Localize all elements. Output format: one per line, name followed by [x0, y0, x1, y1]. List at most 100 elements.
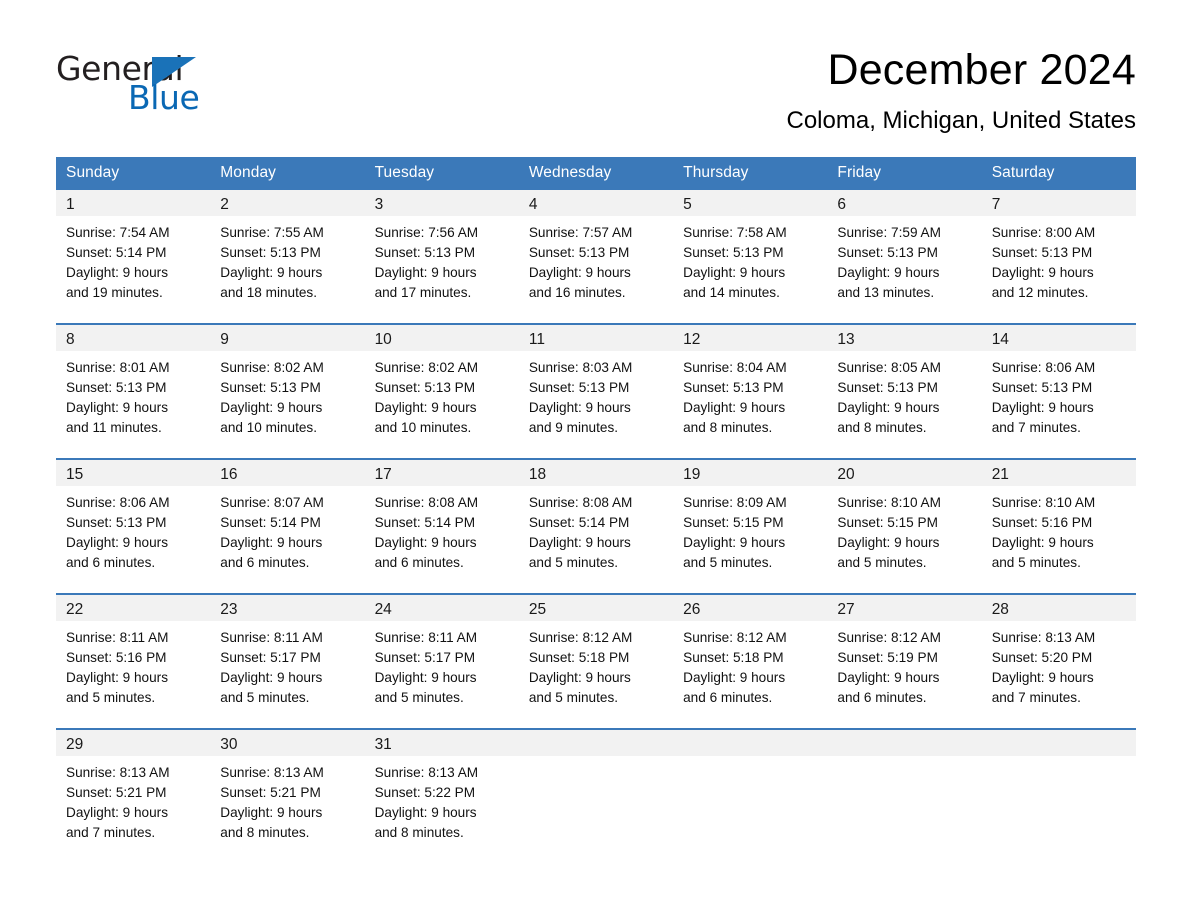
weekday-header-monday: Monday: [210, 157, 365, 190]
day-number: 6: [827, 190, 982, 216]
daylight-text-line1: Daylight: 9 hours: [683, 265, 786, 280]
daylight-text-line2: and 8 minutes.: [374, 825, 464, 840]
calendar-day-cell[interactable]: 26 Sunrise: 8:12 AM Sunset: 5:18 PM Dayligh…: [673, 593, 828, 729]
sunset-text: Sunset: 5:14 PM: [374, 515, 476, 530]
sunrise-text: Sunrise: 8:13 AM: [220, 765, 324, 780]
calendar-day-cell[interactable]: 29 Sunrise: 8:13 AM Sunset: 5:21 PM Dayligh…: [56, 728, 211, 863]
sunrise-text: Sunrise: 8:12 AM: [528, 630, 633, 645]
calendar-day-cell[interactable]: 10 Sunrise: 8:02 AM Sunset: 5:13 PM Dayligh…: [364, 323, 519, 459]
logo-text-blue: Blue: [128, 78, 200, 117]
day-details: [673, 756, 827, 763]
calendar-day-cell[interactable]: 5 Sunrise: 7:58 AM Sunset: 5:13 PM Daylight…: [673, 190, 828, 324]
calendar-cell-inner: 14 Sunrise: 8:06 AM Sunset: 5:13 PM Dayligh…: [981, 325, 1136, 458]
sunrise-text: Sunrise: 8:06 AM: [66, 495, 170, 510]
day-details: Sunrise: 8:02 AM Sunset: 5:13 PM Daylight:…: [210, 351, 364, 438]
day-details: Sunrise: 8:13 AM Sunset: 5:21 PM Daylight:…: [210, 756, 364, 843]
sunset-text: Sunset: 5:21 PM: [220, 785, 321, 800]
calendar-day-cell[interactable]: 23 Sunrise: 8:11 AM Sunset: 5:17 PM Dayligh…: [210, 593, 365, 729]
calendar-day-cell[interactable]: 25 Sunrise: 8:12 AM Sunset: 5:18 PM Dayligh…: [518, 593, 674, 729]
sunrise-text: Sunrise: 8:13 AM: [991, 630, 1096, 645]
sunset-text: Sunset: 5:13 PM: [683, 245, 784, 260]
sunrise-text: Sunrise: 7:56 AM: [374, 225, 479, 240]
calendar-cell-inner: 25 Sunrise: 8:12 AM Sunset: 5:18 PM Dayligh…: [518, 595, 674, 728]
day-details: Sunrise: 8:02 AM Sunset: 5:13 PM Daylight:…: [365, 351, 519, 438]
calendar-cell-inner: 11 Sunrise: 8:03 AM Sunset: 5:13 PM Dayligh…: [518, 325, 674, 458]
calendar-cell-inner: 18 Sunrise: 8:08 AM Sunset: 5:14 PM Dayligh…: [518, 460, 674, 593]
calendar-day-cell[interactable]: 24 Sunrise: 8:11 AM Sunset: 5:17 PM Dayligh…: [364, 593, 519, 729]
day-details: Sunrise: 8:07 AM Sunset: 5:14 PM Daylight:…: [210, 486, 364, 573]
daylight-text-line2: and 9 minutes.: [528, 420, 619, 435]
daylight-text-line2: and 5 minutes.: [528, 555, 619, 570]
sunset-text: Sunset: 5:18 PM: [528, 650, 630, 665]
sunset-text: Sunset: 5:13 PM: [374, 380, 476, 395]
day-number: 20: [827, 460, 982, 486]
calendar-day-cell[interactable]: 31 Sunrise: 8:13 AM Sunset: 5:22 PM Dayligh…: [364, 728, 519, 863]
calendar-day-cell[interactable]: 2 Sunrise: 7:55 AM Sunset: 5:13 PM Daylight…: [210, 190, 365, 324]
sunrise-text: Sunrise: 8:13 AM: [66, 765, 170, 780]
calendar-cell-inner: 7 Sunrise: 8:00 AM Sunset: 5:13 PM Daylight…: [981, 190, 1136, 323]
day-number: 15: [56, 460, 211, 486]
daylight-text-line2: and 6 minutes.: [837, 690, 927, 705]
daylight-text-line2: and 19 minutes.: [66, 285, 163, 300]
day-number: 10: [364, 325, 519, 351]
daylight-text-line2: and 7 minutes.: [991, 690, 1081, 705]
daylight-text-line2: and 11 minutes.: [66, 420, 162, 435]
calendar-day-cell[interactable]: 30 Sunrise: 8:13 AM Sunset: 5:21 PM Dayligh…: [210, 728, 365, 863]
calendar-day-cell[interactable]: 13 Sunrise: 8:05 AM Sunset: 5:13 PM Dayligh…: [827, 323, 982, 459]
calendar-day-cell[interactable]: 3 Sunrise: 7:56 AM Sunset: 5:13 PM Daylight…: [364, 190, 519, 324]
calendar-day-cell[interactable]: 28 Sunrise: 8:13 AM Sunset: 5:20 PM Dayligh…: [981, 593, 1136, 729]
daylight-text-line2: and 14 minutes.: [683, 285, 780, 300]
sunrise-text: Sunrise: 8:06 AM: [991, 360, 1096, 375]
day-number: 2: [210, 190, 365, 216]
sunset-text: Sunset: 5:13 PM: [66, 380, 167, 395]
calendar-day-cell[interactable]: 14 Sunrise: 8:06 AM Sunset: 5:13 PM Dayligh…: [981, 323, 1136, 459]
day-number: 17: [364, 460, 519, 486]
sunrise-text: Sunrise: 8:02 AM: [220, 360, 324, 375]
calendar-cell-inner: 16 Sunrise: 8:07 AM Sunset: 5:14 PM Dayligh…: [210, 460, 365, 593]
sunrise-text: Sunrise: 7:59 AM: [837, 225, 941, 240]
day-number: 11: [518, 325, 674, 351]
calendar-day-cell[interactable]: 17 Sunrise: 8:08 AM Sunset: 5:14 PM Dayligh…: [364, 458, 519, 594]
sunset-text: Sunset: 5:13 PM: [66, 515, 167, 530]
calendar-day-cell[interactable]: 6 Sunrise: 7:59 AM Sunset: 5:13 PM Daylight…: [827, 190, 982, 324]
day-details: Sunrise: 7:59 AM Sunset: 5:13 PM Daylight:…: [827, 216, 981, 303]
calendar-day-cell[interactable]: 19 Sunrise: 8:09 AM Sunset: 5:15 PM Dayligh…: [673, 458, 828, 594]
calendar-day-cell[interactable]: 20 Sunrise: 8:10 AM Sunset: 5:15 PM Dayligh…: [827, 458, 982, 594]
calendar-day-cell[interactable]: 7 Sunrise: 8:00 AM Sunset: 5:13 PM Daylight…: [981, 190, 1136, 324]
sunset-text: Sunset: 5:21 PM: [66, 785, 167, 800]
daylight-text-line1: Daylight: 9 hours: [374, 670, 477, 685]
calendar-day-cell[interactable]: 1 Sunrise: 7:54 AM Sunset: 5:14 PM Daylight…: [56, 190, 211, 324]
day-details: Sunrise: 8:11 AM Sunset: 5:17 PM Daylight:…: [365, 621, 519, 708]
daylight-text-line1: Daylight: 9 hours: [837, 400, 940, 415]
calendar-day-cell[interactable]: 15 Sunrise: 8:06 AM Sunset: 5:13 PM Dayligh…: [56, 458, 211, 594]
sunrise-text: Sunrise: 8:11 AM: [220, 630, 323, 645]
calendar-cell-inner: 21 Sunrise: 8:10 AM Sunset: 5:16 PM Dayligh…: [981, 460, 1136, 593]
day-details: Sunrise: 8:13 AM Sunset: 5:22 PM Daylight:…: [365, 756, 519, 843]
calendar-day-cell[interactable]: 4 Sunrise: 7:57 AM Sunset: 5:13 PM Daylight…: [518, 190, 674, 324]
sunrise-text: Sunrise: 8:09 AM: [683, 495, 787, 510]
sunrise-text: Sunrise: 8:05 AM: [837, 360, 941, 375]
day-details: Sunrise: 8:08 AM Sunset: 5:14 PM Daylight:…: [519, 486, 673, 573]
daylight-text-line1: Daylight: 9 hours: [66, 400, 169, 415]
day-details: Sunrise: 8:10 AM Sunset: 5:15 PM Daylight:…: [827, 486, 981, 573]
daylight-text-line2: and 5 minutes.: [220, 690, 310, 705]
calendar-cell-inner: 1 Sunrise: 7:54 AM Sunset: 5:14 PM Daylight…: [56, 190, 211, 323]
day-number: 31: [364, 730, 519, 756]
daylight-text-line1: Daylight: 9 hours: [528, 400, 631, 415]
calendar-day-cell[interactable]: 16 Sunrise: 8:07 AM Sunset: 5:14 PM Dayligh…: [210, 458, 365, 594]
daylight-text-line1: Daylight: 9 hours: [374, 535, 477, 550]
day-details: Sunrise: 8:12 AM Sunset: 5:18 PM Daylight:…: [673, 621, 827, 708]
daylight-text-line1: Daylight: 9 hours: [374, 400, 477, 415]
daylight-text-line1: Daylight: 9 hours: [220, 400, 323, 415]
calendar-day-cell[interactable]: 27 Sunrise: 8:12 AM Sunset: 5:19 PM Dayligh…: [827, 593, 982, 729]
calendar-day-cell[interactable]: 11 Sunrise: 8:03 AM Sunset: 5:13 PM Dayligh…: [518, 323, 674, 459]
calendar-day-cell[interactable]: 22 Sunrise: 8:11 AM Sunset: 5:16 PM Dayligh…: [56, 593, 211, 729]
general-blue-logo[interactable]: General Blue: [56, 44, 226, 116]
calendar-day-cell[interactable]: 8 Sunrise: 8:01 AM Sunset: 5:13 PM Daylight…: [56, 323, 211, 459]
day-number: 9: [210, 325, 365, 351]
calendar-day-cell[interactable]: 21 Sunrise: 8:10 AM Sunset: 5:16 PM Dayligh…: [981, 458, 1136, 594]
sunset-text: Sunset: 5:16 PM: [66, 650, 167, 665]
calendar-day-cell[interactable]: 9 Sunrise: 8:02 AM Sunset: 5:13 PM Daylight…: [210, 323, 365, 459]
calendar-day-cell[interactable]: 18 Sunrise: 8:08 AM Sunset: 5:14 PM Dayligh…: [518, 458, 674, 594]
calendar-day-cell[interactable]: 12 Sunrise: 8:04 AM Sunset: 5:13 PM Dayligh…: [673, 323, 828, 459]
